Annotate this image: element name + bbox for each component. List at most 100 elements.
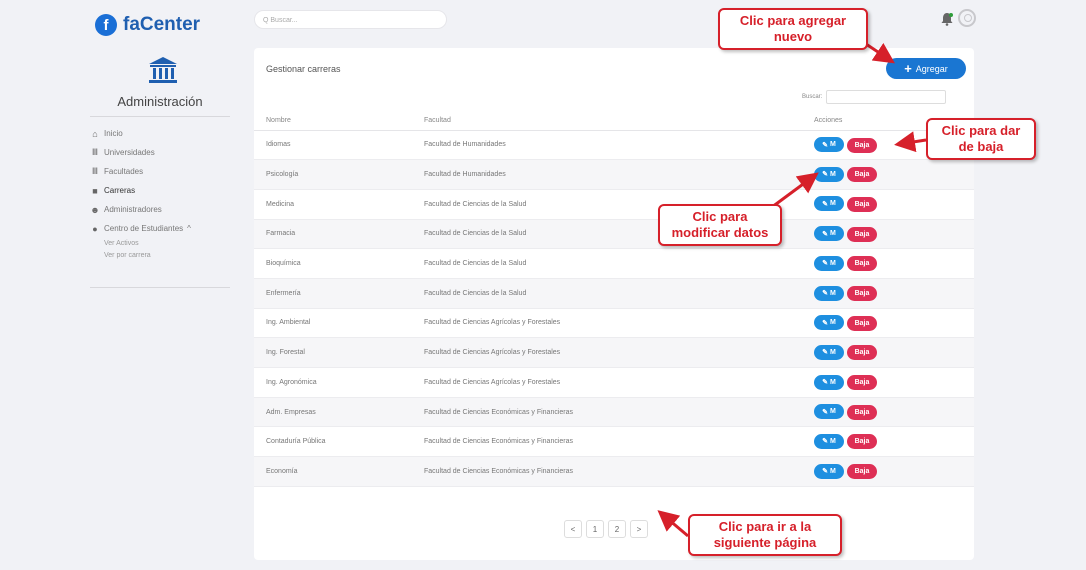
edit-button[interactable]: ✎ M bbox=[814, 137, 844, 153]
cell-facultad: Facultad de Humanidades bbox=[424, 130, 814, 161]
table-row: Idiomas Facultad de Humanidades ✎ M Baja bbox=[254, 130, 974, 161]
edit-button[interactable]: ✎ M bbox=[814, 404, 844, 420]
edit-button-label: M bbox=[829, 408, 836, 416]
sidebar-item-label: Carreras bbox=[104, 186, 136, 195]
brand-name: faCenter bbox=[123, 14, 201, 35]
cell-nombre: Idiomas bbox=[254, 130, 424, 161]
delete-button[interactable]: Baja bbox=[847, 375, 877, 391]
cell-acciones: ✎ M Baja bbox=[814, 159, 974, 190]
edit-button[interactable]: ✎ M bbox=[814, 196, 844, 212]
edit-button[interactable]: ✎ M bbox=[814, 166, 844, 182]
sidebar-item-label: Facultades bbox=[104, 167, 144, 176]
divider bbox=[90, 116, 230, 117]
sidebar-item-centro-estudiantes[interactable]: ● Centro de Estudiantes ^ bbox=[90, 219, 240, 238]
table-row: Ing. Ambiental Facultad de Ciencias Agríc… bbox=[254, 308, 974, 339]
sidebar-item-label: Administradores bbox=[104, 205, 162, 214]
table-row: Enfermería Facultad de Ciencias de la Sal… bbox=[254, 278, 974, 309]
cell-nombre: Bioquímica bbox=[254, 248, 424, 279]
cell-nombre: Enfermería bbox=[254, 278, 424, 309]
sidebar-item-facultades[interactable]: Ⅲ Facultades bbox=[90, 162, 240, 181]
add-button-label: Agregar bbox=[915, 63, 948, 74]
sidebar-item-universidades[interactable]: Ⅲ Universidades bbox=[90, 143, 240, 162]
delete-button[interactable]: Baja bbox=[847, 345, 877, 361]
callout-delete: Clic para dar de baja bbox=[926, 118, 1036, 160]
sidebar-item-label: Inicio bbox=[104, 129, 123, 138]
plus-icon: + bbox=[904, 61, 912, 76]
sidebar-item-administradores[interactable]: ☻ Administradores bbox=[90, 200, 240, 219]
sidebar-subitem-ver-por-carrera[interactable]: Ver por carrera bbox=[90, 250, 240, 262]
table-row: Ing. Forestal Facultad de Ciencias Agríco… bbox=[254, 337, 974, 368]
delete-button[interactable]: Baja bbox=[847, 404, 877, 420]
edit-button[interactable]: ✎ M bbox=[814, 255, 844, 271]
cell-acciones: ✎ M Baja bbox=[814, 278, 974, 309]
pagination: < 1 2 > bbox=[564, 520, 648, 538]
cell-facultad: Facultad de Ciencias Económicas y Financ… bbox=[424, 397, 814, 428]
cell-acciones: ✎ M Baja bbox=[814, 426, 974, 458]
institution-icon bbox=[149, 57, 177, 83]
sidebar-item-carreras[interactable]: ■ Carreras bbox=[90, 181, 240, 200]
users-icon: ☻ bbox=[90, 204, 100, 215]
avatar[interactable] bbox=[958, 9, 976, 27]
edit-button-label: M bbox=[829, 141, 836, 149]
table-row: Adm. Empresas Facultad de Ciencias Económ… bbox=[254, 397, 974, 428]
edit-button[interactable]: ✎ M bbox=[814, 433, 844, 449]
edit-button[interactable]: ✎ M bbox=[814, 463, 844, 479]
cell-facultad: Facultad de Ciencias Agrícolas y Foresta… bbox=[424, 308, 814, 339]
bell-icon[interactable] bbox=[940, 12, 954, 26]
table-search-input[interactable] bbox=[826, 90, 947, 104]
sidebar-item-inicio[interactable]: ⌂ Inicio bbox=[90, 124, 240, 143]
delete-button[interactable]: Baja bbox=[847, 434, 877, 450]
column-header-facultad[interactable]: Facultad bbox=[424, 112, 814, 131]
chevron-up-icon: ^ bbox=[187, 224, 191, 233]
institution-icon: Ⅲ bbox=[91, 166, 99, 176]
home-icon: ⌂ bbox=[92, 128, 98, 139]
delete-button[interactable]: Baja bbox=[847, 196, 877, 212]
cell-nombre: Ing. Agronómica bbox=[254, 367, 424, 398]
edit-button[interactable]: ✎ M bbox=[814, 285, 844, 301]
edit-button[interactable]: ✎ M bbox=[814, 344, 844, 360]
table-row: Contaduría Pública Facultad de Ciencias E… bbox=[254, 426, 974, 458]
add-button[interactable]: + Agregar bbox=[886, 58, 966, 79]
page-1-button[interactable]: 1 bbox=[586, 520, 604, 538]
table-search-label: Buscar: bbox=[802, 94, 823, 100]
cell-facultad: Facultad de Ciencias de la Salud bbox=[424, 248, 814, 279]
edit-button[interactable]: ✎ M bbox=[814, 374, 844, 390]
cell-facultad: Facultad de Ciencias Agrícolas y Foresta… bbox=[424, 337, 814, 368]
sidebar-subitem-ver-activos[interactable]: Ver Activos bbox=[90, 238, 240, 250]
cell-nombre: Psicología bbox=[254, 159, 424, 190]
brand[interactable]: f faCenter bbox=[95, 14, 200, 36]
edit-button-label: M bbox=[829, 259, 836, 267]
cell-nombre: Ing. Forestal bbox=[254, 337, 424, 368]
delete-button[interactable]: Baja bbox=[847, 286, 877, 302]
sidebar-item-label: Centro de Estudiantes bbox=[104, 224, 184, 233]
globe-icon: ● bbox=[92, 223, 98, 234]
next-page-button[interactable]: > bbox=[630, 520, 648, 538]
cell-acciones: ✎ M Baja bbox=[814, 219, 974, 250]
cell-facultad: Facultad de Ciencias Agrícolas y Foresta… bbox=[424, 367, 814, 398]
cell-nombre: Medicina bbox=[254, 189, 424, 220]
cell-nombre: Farmacia bbox=[254, 219, 424, 250]
prev-page-button[interactable]: < bbox=[564, 520, 582, 538]
edit-button-label: M bbox=[829, 170, 836, 178]
column-header-nombre[interactable]: Nombre bbox=[254, 112, 424, 131]
cell-nombre: Adm. Empresas bbox=[254, 397, 424, 428]
page-2-button[interactable]: 2 bbox=[608, 520, 626, 538]
delete-button[interactable]: Baja bbox=[847, 315, 877, 331]
search-input[interactable]: Q Buscar... bbox=[254, 10, 447, 29]
table-row: Medicina Facultad de Ciencias de la Salud… bbox=[254, 189, 974, 220]
brand-logo-icon: f bbox=[95, 14, 117, 36]
edit-button[interactable]: ✎ M bbox=[814, 226, 844, 242]
delete-button[interactable]: Baja bbox=[847, 167, 877, 183]
delete-button[interactable]: Baja bbox=[847, 464, 877, 480]
sidebar-item-label: Universidades bbox=[104, 148, 155, 157]
edit-button-label: M bbox=[829, 319, 836, 327]
callout-next: Clic para ir a la siguiente página bbox=[688, 514, 842, 556]
page-title: Gestionar carreras bbox=[266, 64, 341, 74]
delete-button[interactable]: Baja bbox=[847, 256, 877, 272]
delete-button[interactable]: Baja bbox=[847, 137, 877, 153]
edit-button[interactable]: ✎ M bbox=[814, 315, 844, 331]
delete-button[interactable]: Baja bbox=[847, 226, 877, 242]
careers-table: Nombre Facultad Acciones Idiomas Facultad… bbox=[254, 112, 974, 487]
cell-nombre: Ing. Ambiental bbox=[254, 308, 424, 339]
table-search: Buscar: bbox=[802, 90, 947, 104]
